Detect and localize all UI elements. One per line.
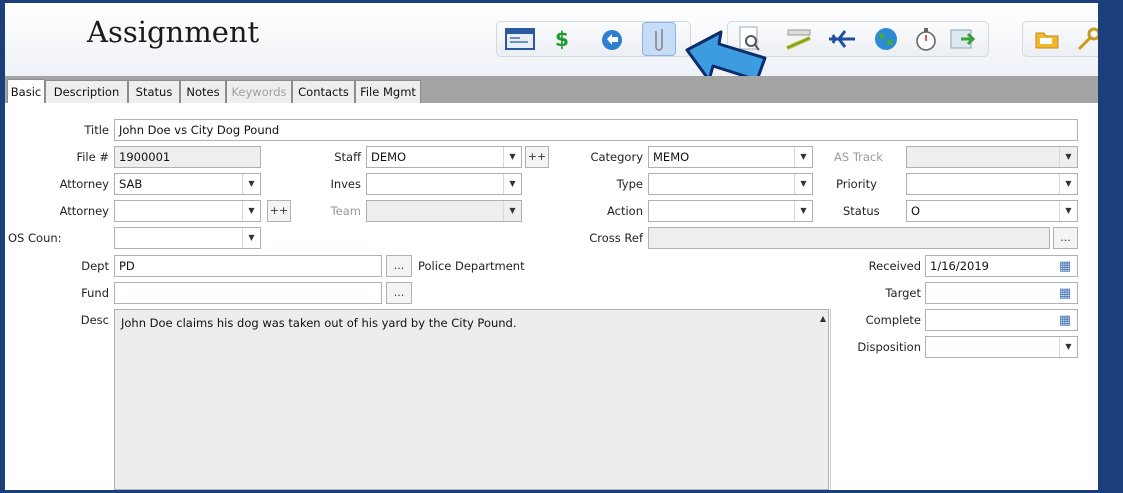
chevron-down-icon: ▼	[794, 174, 812, 194]
fund-field[interactable]	[114, 282, 382, 304]
undo-icon[interactable]	[595, 22, 629, 56]
calendar-icon[interactable]: ▦	[1055, 284, 1075, 303]
inves-dropdown[interactable]: ▼	[366, 173, 522, 195]
attorney-value: SAB	[119, 177, 143, 191]
dept-description: Police Department	[418, 259, 525, 273]
dept-field[interactable]: PD	[114, 255, 382, 277]
status-value: O	[911, 204, 921, 218]
tab-status[interactable]: Status	[128, 80, 180, 103]
title-label: Title	[84, 123, 109, 137]
status-dropdown[interactable]: O ▼	[906, 200, 1078, 222]
attorney-dropdown[interactable]: SAB ▼	[114, 173, 261, 195]
attorney-2-label: Attorney	[59, 204, 109, 218]
disposition-dropdown[interactable]: ▼	[925, 336, 1078, 358]
chevron-down-icon: ▼	[1059, 147, 1077, 167]
cross-ref-browse-button[interactable]: ...	[1053, 227, 1078, 249]
os-counsel-dropdown[interactable]: ▼	[114, 227, 261, 249]
as-track-dropdown: ▼	[906, 146, 1078, 168]
tab-keywords: Keywords	[226, 80, 292, 103]
status-label: Status	[843, 204, 880, 218]
cross-ref-field	[648, 227, 1050, 249]
chevron-down-icon: ▼	[503, 174, 521, 194]
calendar-icon[interactable]: ▦	[1055, 257, 1075, 276]
ruler-pencil-icon[interactable]	[782, 22, 816, 56]
header-bar: Assignment $	[5, 3, 1098, 82]
chevron-down-icon: ▼	[794, 147, 812, 167]
action-dropdown[interactable]: ▼	[648, 200, 813, 222]
chevron-down-icon: ▼	[503, 147, 521, 167]
window-title: Assignment	[87, 15, 260, 49]
stopwatch-icon[interactable]	[909, 22, 943, 56]
type-dropdown[interactable]: ▼	[648, 173, 813, 195]
key-icon[interactable]	[1072, 22, 1098, 56]
chevron-down-icon: ▼	[503, 201, 521, 221]
category-dropdown[interactable]: MEMO ▼	[648, 146, 813, 168]
type-label: Type	[616, 177, 643, 191]
calendar-icon[interactable]: ▦	[1055, 311, 1075, 330]
chevron-down-icon: ▼	[242, 228, 260, 248]
category-value: MEMO	[653, 150, 690, 164]
staff-add-button[interactable]: ++	[525, 146, 549, 168]
action-label: Action	[606, 204, 643, 218]
fund-label: Fund	[81, 286, 109, 300]
paperclip-icon[interactable]	[642, 22, 676, 56]
attorney-2-dropdown[interactable]: ▼	[114, 200, 261, 222]
tab-contacts[interactable]: Contacts	[292, 80, 355, 103]
received-label: Received	[868, 259, 921, 273]
title-field[interactable]: John Doe vs City Dog Pound	[114, 119, 1078, 141]
plane-icon[interactable]	[825, 22, 859, 56]
cross-ref-label: Cross Ref	[589, 231, 643, 245]
fund-browse-button[interactable]: ...	[386, 282, 412, 304]
staff-label: Staff	[334, 150, 361, 164]
complete-date-field[interactable]: ▦	[925, 309, 1078, 331]
received-date-field[interactable]: 1/16/2019 ▦	[925, 255, 1078, 277]
chevron-down-icon: ▼	[242, 201, 260, 221]
inves-label: Inves	[330, 177, 361, 191]
tab-basic[interactable]: Basic	[7, 79, 45, 103]
os-counsel-label: OS Coun:	[8, 231, 62, 245]
card-icon[interactable]	[503, 22, 537, 56]
globe-icon[interactable]	[869, 22, 903, 56]
folder-icon[interactable]	[1030, 22, 1064, 56]
priority-dropdown[interactable]: ▼	[906, 173, 1078, 195]
dept-label: Dept	[81, 259, 109, 273]
tab-file-mgmt[interactable]: File Mgmt	[355, 80, 421, 103]
chevron-down-icon: ▼	[1059, 337, 1077, 357]
team-label: Team	[330, 204, 361, 218]
assignment-window: Assignment $ Basic Description Status No…	[5, 3, 1098, 490]
chevron-down-icon: ▼	[1059, 201, 1077, 221]
file-number-field: 1900001	[114, 146, 261, 168]
export-icon[interactable]	[946, 22, 980, 56]
target-label: Target	[885, 286, 921, 300]
chevron-down-icon: ▼	[1059, 174, 1077, 194]
disposition-label: Disposition	[857, 340, 921, 354]
dept-browse-button[interactable]: ...	[386, 255, 412, 277]
description-text: John Doe claims his dog was taken out of…	[121, 316, 517, 330]
received-value: 1/16/2019	[930, 259, 989, 273]
desc-label: Desc	[80, 313, 109, 327]
basic-form: Title John Doe vs City Dog Pound File # …	[5, 103, 1098, 490]
category-label: Category	[590, 150, 643, 164]
description-textarea[interactable]: John Doe claims his dog was taken out of…	[114, 309, 829, 490]
file-number-label: File #	[76, 150, 109, 164]
target-date-field[interactable]: ▦	[925, 282, 1078, 304]
staff-value: DEMO	[371, 150, 407, 164]
attorney-label: Attorney	[59, 177, 109, 191]
dollar-icon[interactable]: $	[545, 22, 579, 56]
tab-bar: Basic Description Status Notes Keywords …	[5, 76, 1098, 103]
tab-description[interactable]: Description	[45, 80, 128, 103]
complete-label: Complete	[865, 313, 921, 327]
chevron-down-icon: ▼	[242, 174, 260, 194]
staff-dropdown[interactable]: DEMO ▼	[366, 146, 522, 168]
chevron-down-icon: ▼	[794, 201, 812, 221]
as-track-label: AS Track	[834, 150, 883, 164]
team-dropdown: ▼	[366, 200, 522, 222]
priority-label: Priority	[836, 177, 877, 191]
tab-notes[interactable]: Notes	[180, 80, 226, 103]
